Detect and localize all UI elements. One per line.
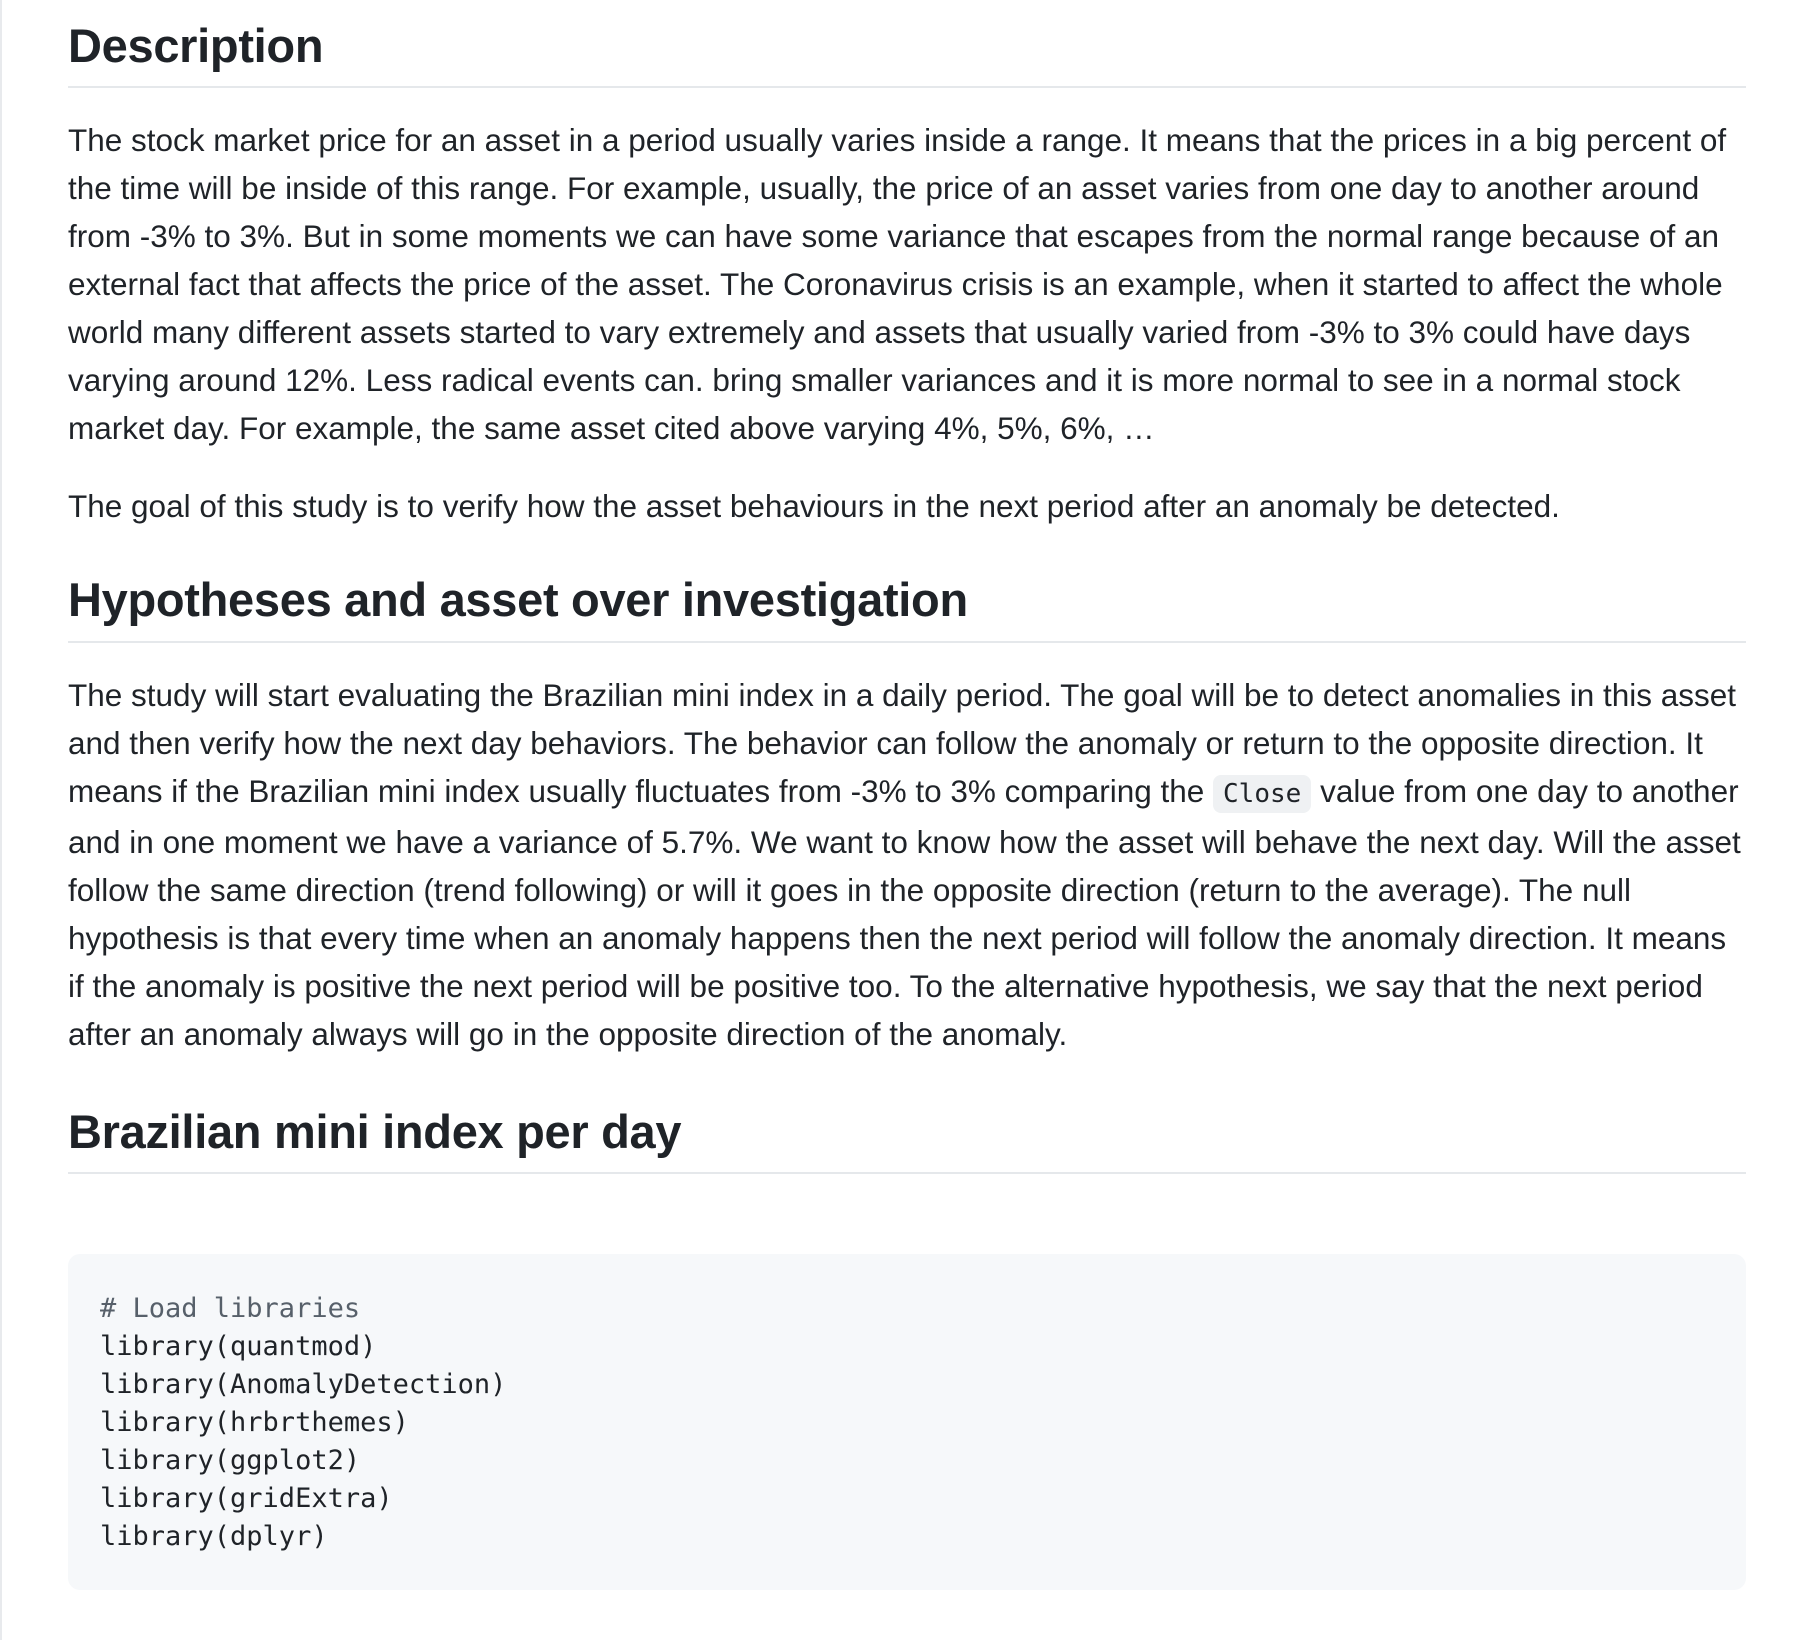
hypotheses-text-end: value from one day to another and in one… [68,772,1741,1052]
heading-brazilian-mini-index: Brazilian mini index per day [68,1104,1746,1175]
code-line: library(hrbrthemes) [100,1407,409,1439]
inline-code-close: Close [1213,774,1312,813]
code-block[interactable]: # Load libraries library(quantmod) libra… [68,1254,1746,1591]
code-line: library(gridExtra) [100,1483,393,1515]
code-line: library(ggplot2) [100,1445,361,1477]
hypotheses-paragraph: The study will start evaluating the Braz… [68,671,1746,1058]
page-left-border [0,0,2,1640]
heading-description: Description [68,0,1746,89]
readme-article: Description The stock market price for a… [68,0,1746,1591]
code-comment: # Load libraries [100,1293,361,1325]
code-line: library(AnomalyDetection) [100,1369,507,1401]
description-paragraph-2: The goal of this study is to verify how … [68,488,1560,525]
code-line: library(quantmod) [100,1331,377,1363]
code-line: library(dplyr) [100,1521,328,1553]
heading-hypotheses: Hypotheses and asset over investigation [68,572,1746,643]
description-paragraph-1: The stock market price for an asset in a… [68,122,1727,447]
